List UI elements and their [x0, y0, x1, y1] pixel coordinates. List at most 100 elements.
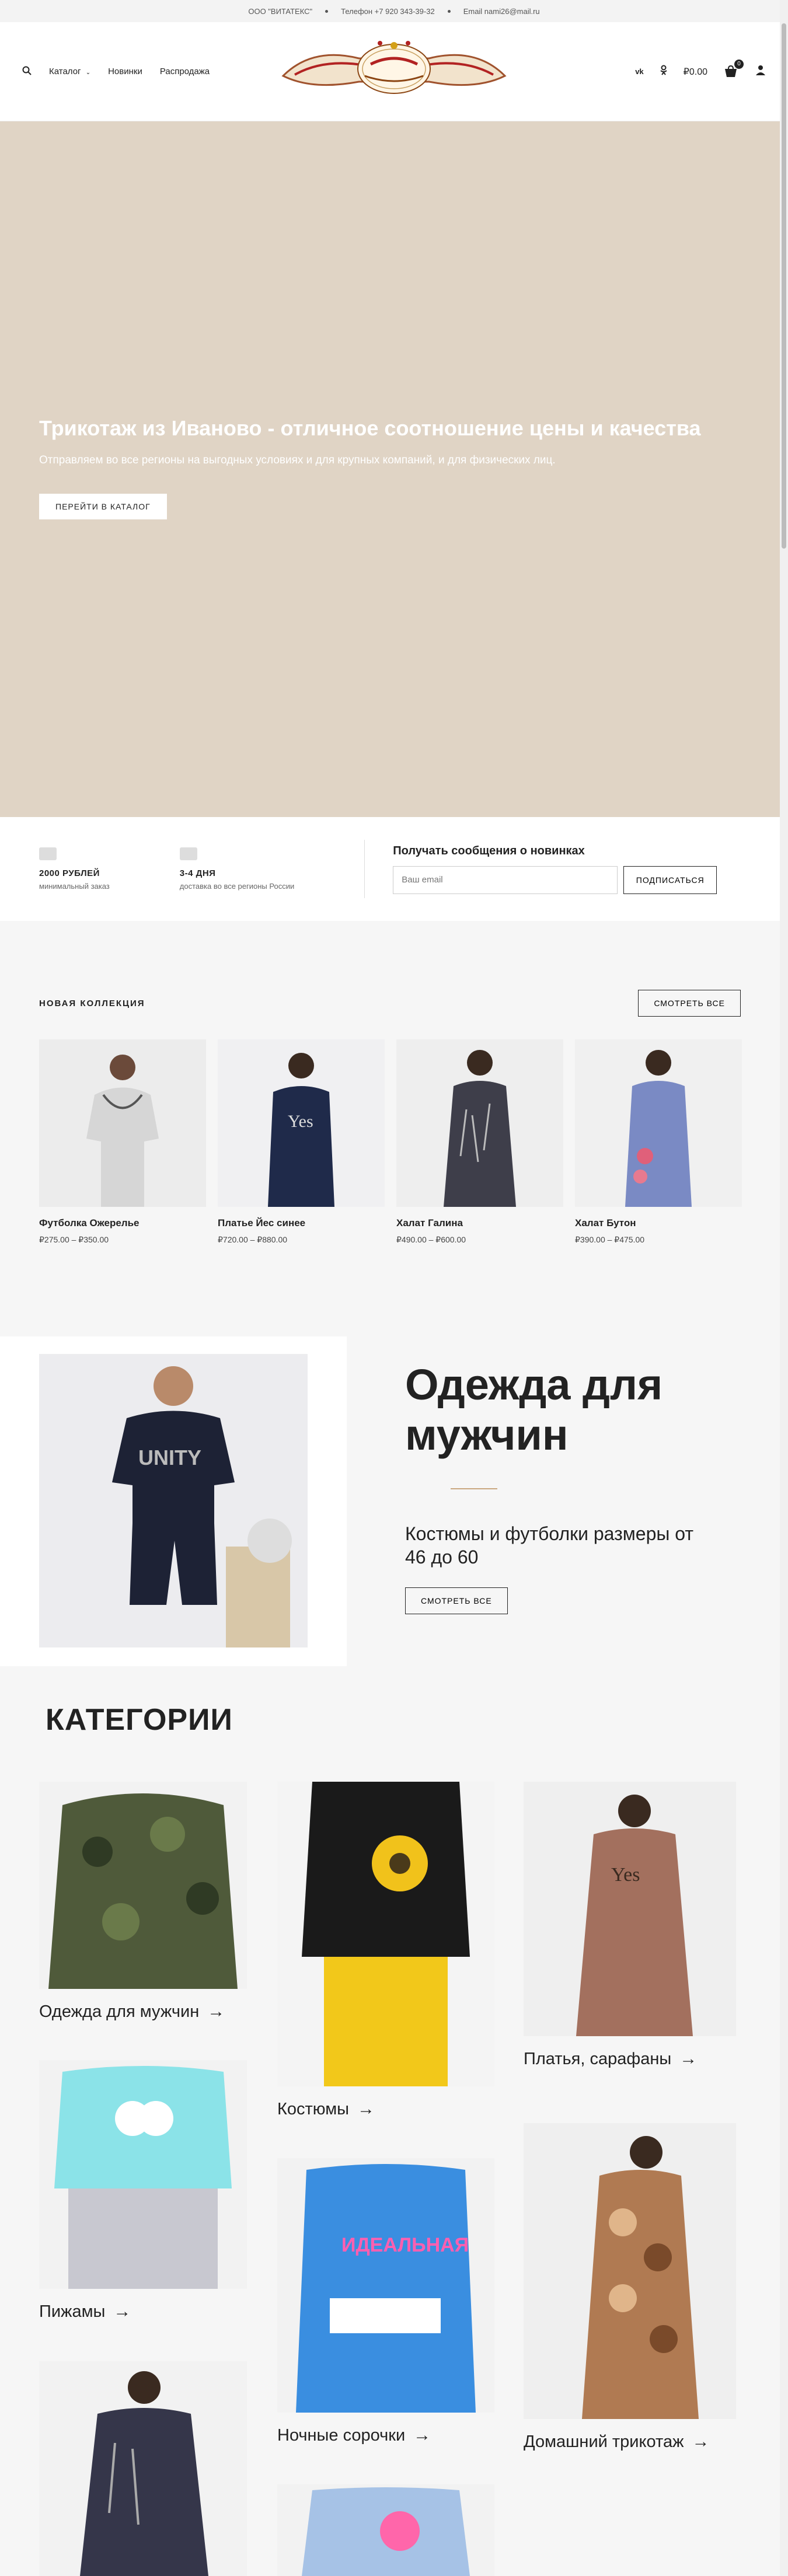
- svg-text:Yes: Yes: [288, 1112, 313, 1131]
- nav-new[interactable]: Новинки: [108, 67, 142, 76]
- product-price: ₽275.00 – ₽350.00: [39, 1235, 109, 1244]
- scrollbar-thumb[interactable]: [782, 23, 786, 549]
- feature-title: 2000 РУБЛЕЙ: [39, 868, 100, 878]
- arrow-right-icon: →: [357, 2099, 375, 2118]
- categories-title: КАТЕГОРИИ: [46, 1703, 233, 1737]
- category-image[interactable]: Yes: [524, 1782, 736, 2036]
- product-image[interactable]: [39, 1039, 206, 1207]
- truck-icon: [179, 847, 197, 860]
- features-strip: 2000 РУБЛЕЙ минимальный заказ 3-4 ДНЯ до…: [0, 817, 780, 921]
- feature-min-order: 2000 РУБЛЕЙ минимальный заказ: [39, 847, 110, 891]
- site-logo[interactable]: [277, 35, 511, 104]
- hero-banner: Трикотаж из Иваново - отличное соотношен…: [0, 121, 780, 817]
- men-title: Одежда для мужчин: [405, 1360, 663, 1459]
- newsletter-form: Получать сообщения о новинках ПОДПИСАТЬС…: [393, 844, 717, 894]
- svg-text:Yes: Yes: [611, 1864, 640, 1886]
- svg-text:ИДЕАЛЬНАЯ: ИДЕАЛЬНАЯ: [341, 2234, 469, 2256]
- vk-icon[interactable]: vk: [635, 67, 643, 76]
- arrow-right-icon: →: [692, 2432, 710, 2451]
- feature-delivery: 3-4 ДНЯ доставка во все регионы России: [179, 847, 295, 891]
- nav-catalog[interactable]: Каталог ⌄: [49, 67, 90, 76]
- product-card[interactable]: Халат Галина ₽490.00 – ₽600.00: [396, 1039, 563, 1245]
- cart-count-badge: 0: [734, 59, 744, 69]
- phone-text[interactable]: Телефон +7 920 343-39-32: [341, 7, 435, 16]
- odnoklassniki-icon[interactable]: [660, 65, 667, 78]
- feature-subtitle: минимальный заказ: [39, 882, 110, 891]
- category-card-dresses[interactable]: Yes Платья, сарафаны →: [524, 1782, 736, 2069]
- cart-total[interactable]: ₽0.00: [684, 66, 707, 78]
- category-image[interactable]: [39, 2361, 247, 2576]
- page-scrollbar[interactable]: [780, 0, 788, 2576]
- site-header: Каталог ⌄ Новинки Распродажа vk ₽0.00 0: [0, 22, 788, 121]
- product-name[interactable]: Халат Галина: [396, 1217, 563, 1229]
- new-collection-section: НОВАЯ КОЛЛЕКЦИЯ СМОТРЕТЬ ВСЕ Футболка Ож…: [0, 921, 780, 1336]
- accent-divider: [451, 1488, 497, 1489]
- email-field[interactable]: [393, 865, 618, 894]
- product-image[interactable]: [575, 1039, 742, 1207]
- product-name[interactable]: Футболка Ожерелье: [39, 1217, 206, 1229]
- men-promo-image[interactable]: UNITY: [39, 1354, 308, 1647]
- category-label: Ночные сорочки: [277, 2425, 406, 2445]
- men-view-all-button[interactable]: СМОТРЕТЬ ВСЕ: [405, 1587, 508, 1614]
- email-text[interactable]: Email nami26@mail.ru: [463, 7, 540, 16]
- product-card[interactable]: Yes Платье Йес синее ₽720.00 – ₽880.00: [218, 1039, 385, 1245]
- category-image[interactable]: [277, 2484, 494, 2576]
- hero-title: Трикотаж из Иваново - отличное соотношен…: [39, 416, 701, 440]
- category-label: Костюмы: [277, 2099, 350, 2118]
- product-image[interactable]: [396, 1039, 563, 1207]
- category-card-suits[interactable]: Костюмы →: [277, 1782, 494, 2119]
- hero-subtitle: Отправляем во все регионы на выгодных ус…: [39, 454, 556, 466]
- cart-icon[interactable]: 0: [724, 59, 744, 78]
- category-label: Платья, сарафаны: [524, 2049, 672, 2068]
- category-image[interactable]: [524, 2123, 736, 2419]
- category-card-home[interactable]: Домашний трикотаж →: [524, 2123, 736, 2452]
- product-price: ₽720.00 – ₽880.00: [218, 1235, 288, 1244]
- category-image[interactable]: ИДЕАЛЬНАЯ: [277, 2158, 494, 2413]
- category-label: Домашний трикотаж: [524, 2432, 684, 2451]
- money-icon: [39, 847, 57, 860]
- category-card-men[interactable]: Одежда для мужчин →: [39, 1782, 247, 2022]
- user-icon[interactable]: [755, 65, 766, 78]
- men-image-panel: UNITY: [0, 1336, 347, 1666]
- nav-sale[interactable]: Распродажа: [160, 67, 210, 76]
- category-card-pajamas[interactable]: Пижамы →: [39, 2060, 247, 2322]
- product-price: ₽490.00 – ₽600.00: [396, 1235, 466, 1244]
- search-icon[interactable]: [22, 66, 32, 78]
- category-image[interactable]: [39, 2060, 247, 2289]
- category-card-robes[interactable]: [39, 2361, 247, 2576]
- categories-section: КАТЕГОРИИ Одежда для мужчин → Костюмы →: [0, 1666, 780, 2576]
- product-price: ₽390.00 – ₽475.00: [575, 1235, 645, 1244]
- arrow-right-icon: →: [679, 2049, 698, 2068]
- main-nav: Каталог ⌄ Новинки Распродажа: [22, 66, 210, 78]
- divider: [364, 840, 365, 898]
- category-card-more[interactable]: [277, 2484, 494, 2576]
- newsletter-title: Получать сообщения о новинках: [393, 844, 585, 857]
- arrow-right-icon: →: [413, 2425, 431, 2445]
- product-name[interactable]: Платье Йес синее: [218, 1217, 385, 1229]
- product-grid: Футболка Ожерелье ₽275.00 – ₽350.00 Yes …: [39, 1039, 742, 1245]
- category-image[interactable]: [277, 1782, 494, 2086]
- header-actions: vk ₽0.00 0: [635, 59, 766, 78]
- hero-catalog-button[interactable]: ПЕРЕЙТИ В КАТАЛОГ: [39, 494, 167, 519]
- separator-dot: [325, 9, 329, 13]
- product-name[interactable]: Халат Бутон: [575, 1217, 742, 1229]
- product-image[interactable]: Yes: [218, 1039, 385, 1207]
- men-subtitle: Костюмы и футболки размеры от 46 до 60: [405, 1523, 694, 1568]
- category-card-nightgowns[interactable]: ИДЕАЛЬНАЯ Ночные сорочки →: [277, 2158, 494, 2445]
- section-label: НОВАЯ КОЛЛЕКЦИЯ: [39, 998, 145, 1008]
- svg-text:UNITY: UNITY: [138, 1446, 201, 1469]
- subscribe-button[interactable]: ПОДПИСАТЬСЯ: [623, 865, 717, 894]
- men-promo-section: UNITY Одежда для мужчин Костюмы и футбол…: [0, 1336, 780, 1666]
- arrow-right-icon: →: [207, 2002, 225, 2021]
- category-label: Одежда для мужчин: [39, 2002, 200, 2021]
- top-info-bar: ООО "ВИТАТЕКС" Телефон +7 920 343-39-32 …: [0, 0, 788, 22]
- product-card[interactable]: Халат Бутон ₽390.00 – ₽475.00: [575, 1039, 742, 1245]
- separator-dot: [447, 9, 451, 13]
- feature-subtitle: доставка во все регионы России: [179, 882, 295, 891]
- arrow-right-icon: →: [113, 2302, 131, 2321]
- company-name: ООО "ВИТАТЕКС": [248, 6, 313, 16]
- feature-title: 3-4 ДНЯ: [179, 868, 216, 878]
- product-card[interactable]: Футболка Ожерелье ₽275.00 – ₽350.00: [39, 1039, 206, 1245]
- view-all-button[interactable]: СМОТРЕТЬ ВСЕ: [638, 990, 741, 1017]
- category-image[interactable]: [39, 1782, 247, 1989]
